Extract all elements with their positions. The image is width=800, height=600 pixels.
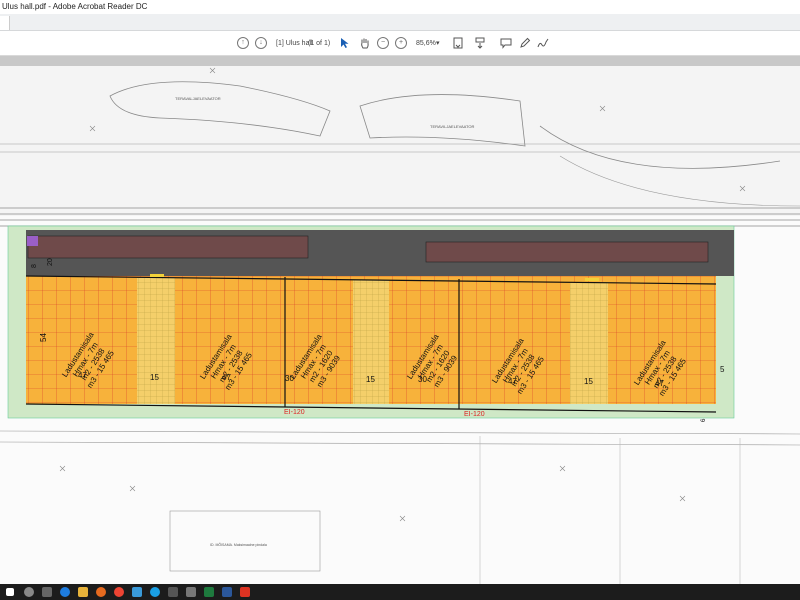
upper-survey-area	[0, 66, 800, 216]
pen-icon	[520, 37, 531, 48]
comment-button[interactable]	[500, 35, 512, 51]
dim-left-height: 54	[39, 333, 48, 342]
zoom-in-button[interactable]: +	[395, 35, 407, 51]
highlight-button[interactable]	[519, 35, 531, 51]
zone-6-width: 47	[655, 379, 664, 388]
next-page-button[interactable]: ↓	[255, 35, 267, 51]
windows-taskbar	[0, 584, 800, 600]
app-icon-2[interactable]	[168, 587, 178, 597]
dim-small-8: 8	[31, 264, 38, 268]
lower-road-lines	[0, 430, 800, 446]
site-plan-drawing: TERAVALJAELEVAATOR TERAVILJAELEVAATOR 8 …	[0, 66, 800, 584]
select-tool-button[interactable]	[340, 35, 350, 51]
dim-bottom-right: 6	[701, 418, 707, 422]
zoom-level[interactable]: 85,6%	[416, 35, 436, 51]
zone-1-width: 47	[78, 371, 87, 380]
acrobat-icon[interactable]	[240, 587, 250, 597]
pdf-document-view[interactable]: TERAVALJAELEVAATOR TERAVILJAELEVAATOR 8 …	[0, 66, 800, 584]
corridor-3-label: 15	[584, 377, 593, 386]
sign-icon	[537, 38, 549, 48]
corridor-2-label: 15	[366, 375, 375, 384]
road-label-1: TERAVALJAELEVAATOR	[175, 96, 221, 101]
dim-right: 5	[720, 365, 725, 374]
toolbar: ↑ ↓ [1] Ulus hall (1 of 1) − + 85,6% ▾	[0, 31, 800, 56]
minus-icon: −	[377, 37, 389, 49]
fire-label-2: EI-120	[464, 411, 485, 418]
comment-icon	[500, 38, 512, 49]
purple-marker	[27, 236, 38, 246]
zone-5-width: 47	[508, 377, 517, 386]
scroll-mode-button[interactable]	[474, 35, 486, 51]
title-bar: Ulus hall.pdf - Adobe Acrobat Reader DC	[0, 0, 800, 14]
arrow-up-icon: ↑	[237, 37, 249, 49]
zone-2-width: 47	[222, 373, 231, 382]
app-icon[interactable]	[132, 587, 142, 597]
hand-icon	[361, 38, 369, 49]
corridor-1-label: 15	[150, 373, 159, 382]
sign-button[interactable]	[537, 35, 549, 51]
lower-building-outline	[169, 510, 321, 572]
skype-icon[interactable]	[150, 587, 160, 597]
zoom-dropdown[interactable]: ▾	[436, 35, 440, 51]
file-explorer-icon[interactable]	[78, 587, 88, 597]
arrow-down-icon: ↓	[255, 37, 267, 49]
tab-strip	[0, 14, 800, 31]
chrome-icon[interactable]	[114, 587, 124, 597]
plus-icon: +	[395, 37, 407, 49]
scroll-mode-icon	[475, 37, 485, 49]
search-icon[interactable]	[24, 587, 34, 597]
word-icon[interactable]	[222, 587, 232, 597]
lower-grid-lines	[479, 436, 741, 584]
zoom-out-button[interactable]: −	[377, 35, 389, 51]
firefox-icon[interactable]	[96, 587, 106, 597]
document-top-margin	[0, 56, 800, 66]
zone-3-width: 30	[285, 374, 294, 383]
window-title: Ulus hall.pdf - Adobe Acrobat Reader DC	[2, 2, 148, 11]
rail-platform-left	[27, 235, 309, 259]
cursor-arrow-icon	[341, 38, 349, 48]
windows-start-icon[interactable]	[6, 588, 14, 596]
dim-small-20: 20	[47, 258, 54, 266]
fire-label-1: EI-120	[284, 409, 305, 416]
block-label: ID. MÕISAMA. Maksimaalne pindala	[210, 542, 267, 547]
rail-platform-right	[425, 241, 709, 263]
hand-tool-button[interactable]	[359, 35, 370, 51]
previous-page-button[interactable]: ↑	[237, 35, 249, 51]
fit-page-icon	[453, 37, 463, 49]
document-tab[interactable]	[0, 16, 10, 30]
fit-page-button[interactable]	[452, 35, 464, 51]
zone-4-width: 30	[418, 375, 427, 384]
caret-down-icon: ▾	[436, 40, 440, 47]
app-icon-3[interactable]	[186, 587, 196, 597]
road-label-2: TERAVILJAELEVAATOR	[430, 124, 474, 129]
page-count: (1 of 1)	[308, 39, 331, 47]
excel-icon[interactable]	[204, 587, 214, 597]
task-view-icon[interactable]	[42, 587, 52, 597]
edge-browser-icon[interactable]	[60, 587, 70, 597]
